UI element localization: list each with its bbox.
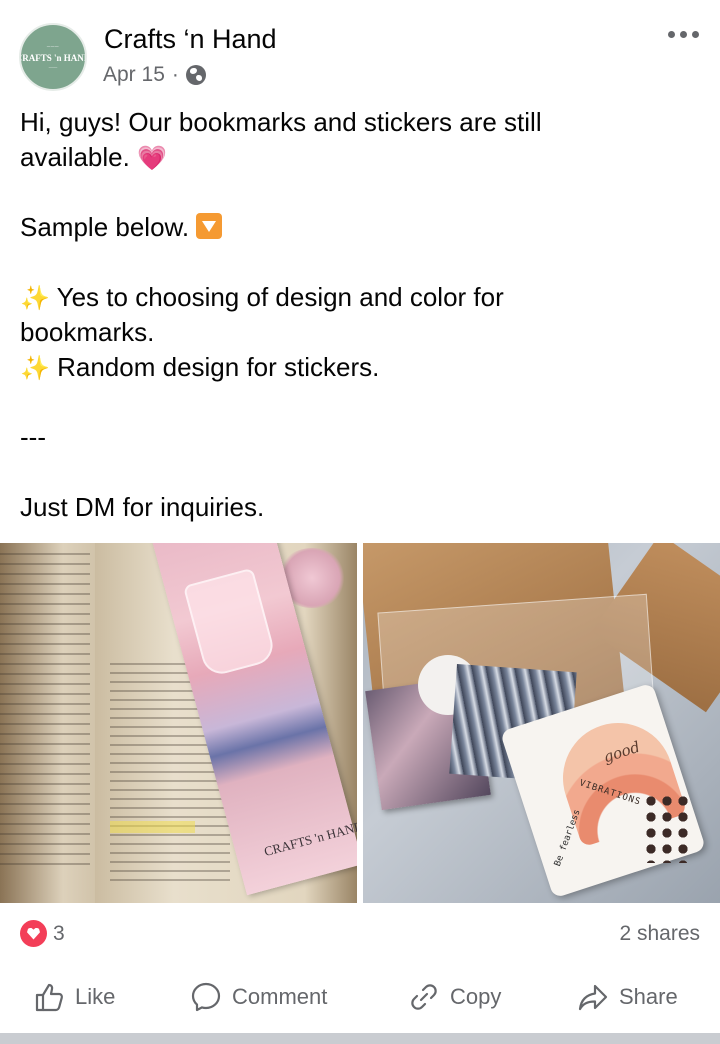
post-line-text: Sample below. <box>20 212 190 242</box>
share-label: Share <box>619 984 678 1009</box>
post-date[interactable]: Apr 15 <box>103 63 165 87</box>
copy-label: Copy <box>450 984 502 1009</box>
page-avatar[interactable]: ─── CRAFTS 'n HAND ─── <box>19 23 87 91</box>
photo-grid: CRAFTS 'n HAND good VIBRATIONS Be fearle… <box>0 543 720 903</box>
post-line: Sample below. <box>20 210 700 245</box>
sparkles-icon: ✨ <box>20 355 50 382</box>
post-divider <box>0 1033 720 1044</box>
stickers-photo[interactable]: good VIBRATIONS Be fearless <box>363 543 720 903</box>
post-line-text: Random design for stickers. <box>49 352 380 382</box>
post-header: ─── CRAFTS 'n HAND ─── Crafts ‘n Hand Ap… <box>0 0 720 100</box>
copy-button[interactable]: Copy <box>408 968 501 1026</box>
meta-separator: · <box>171 63 179 86</box>
bookmark-photo[interactable]: CRAFTS 'n HAND <box>0 543 357 903</box>
comment-icon <box>191 982 221 1012</box>
share-arrow-icon <box>578 984 608 1011</box>
post-line-text: Yes to choosing of design and color for <box>49 282 504 312</box>
post-stats: 3 2 shares <box>0 915 720 953</box>
post-line: --- <box>20 422 46 452</box>
bookmark-logo: CRAFTS 'n HAND <box>262 818 357 859</box>
bookmark-glass-illustration <box>182 567 278 679</box>
share-button[interactable]: Share <box>577 968 678 1026</box>
post-meta: Apr 15 · <box>103 63 206 87</box>
link-icon <box>411 984 437 1010</box>
avatar-logo-text: CRAFTS 'n HAND <box>19 53 87 63</box>
reaction-count[interactable]: 3 <box>53 922 65 946</box>
globe-icon <box>185 65 206 85</box>
comment-label: Comment <box>232 984 328 1009</box>
book-highlight <box>110 821 195 833</box>
comment-button[interactable]: Comment <box>190 968 327 1026</box>
dot-sticker <box>643 793 693 863</box>
post-text: Hi, guys! Our bookmarks and stickers are… <box>20 105 700 525</box>
post-line: available. 💗 <box>20 140 700 175</box>
sparkles-icon: ✨ <box>20 285 50 312</box>
like-label: Like <box>75 984 116 1009</box>
post-line: ✨ Random design for stickers. <box>20 350 700 385</box>
more-options-icon[interactable] <box>668 24 702 44</box>
book-text-left <box>0 553 90 873</box>
post-line: Hi, guys! Our bookmarks and stickers are… <box>20 107 542 137</box>
avatar-logo-decoration: ─── <box>46 44 60 50</box>
post-line: Just DM for inquiries. <box>20 492 265 522</box>
share-count[interactable]: 2 shares <box>619 922 700 946</box>
page-name[interactable]: Crafts ‘n Hand <box>104 24 277 55</box>
post-line-text: available. <box>20 142 130 172</box>
post-line: bookmarks. <box>20 317 155 347</box>
like-button[interactable]: Like <box>33 968 115 1026</box>
down-arrow-icon <box>196 213 223 239</box>
thumbs-up-icon <box>35 983 64 1012</box>
avatar-logo-decoration-2: ─── <box>48 65 58 70</box>
sparkling-heart-icon: 💗 <box>137 145 167 172</box>
action-bar: Like Comment Copy Share <box>0 968 720 1026</box>
post-line: ✨ Yes to choosing of design and color fo… <box>20 280 700 315</box>
heart-reaction-icon[interactable] <box>20 920 47 947</box>
